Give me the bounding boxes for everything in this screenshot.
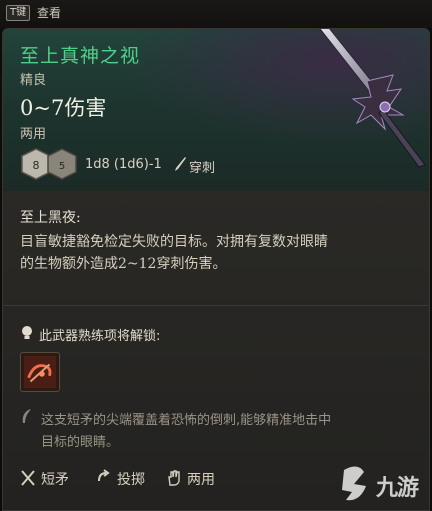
- short-spear-icon: [319, 29, 426, 168]
- divider: [3, 305, 429, 306]
- damage-dice-icon: 8 5: [21, 148, 77, 180]
- damage-type: 穿刺: [189, 161, 216, 176]
- property-label: 两用: [187, 472, 215, 488]
- dice-right-label: 5: [59, 161, 65, 172]
- inspect-action-label[interactable]: 查看: [37, 5, 61, 21]
- pierce-icon: [175, 157, 186, 171]
- passive-desc-line: 的生物额外造成2~12穿刺伤害。: [20, 256, 227, 272]
- quill-icon: [22, 409, 31, 423]
- property-label: 投掷: [117, 472, 145, 488]
- top-bar: T键 查看: [0, 0, 432, 28]
- passive-name: 至上黑夜:: [20, 210, 81, 226]
- dice-roll: 1d8 (1d6)-1: [85, 157, 162, 172]
- property-label: 短矛: [41, 472, 69, 488]
- throw-icon: [98, 469, 110, 482]
- watermark-text: 九游: [376, 476, 419, 501]
- item-name: 至上真神之视: [20, 45, 141, 67]
- inspect-key-badge: T键: [6, 5, 31, 21]
- flavor-text-line: 这支短矛的尖端覆盖着恐怖的倒刺,能够精准地击中: [41, 413, 332, 428]
- dice-left-label: 8: [33, 159, 40, 172]
- tooltip-header: 至上真神之视 精良 0~7伤害 两用 8 5 1d8 (1d6)-1 穿刺: [3, 29, 429, 191]
- crossed-spears-icon: [21, 470, 35, 486]
- passive-desc-line: 目盲敏捷豁免检定失败的目标。对拥有复数对眼睛: [20, 234, 328, 250]
- item-rarity: 精良: [20, 73, 47, 88]
- hand-icon: [168, 470, 180, 486]
- item-tooltip: 至上真神之视 精良 0~7伤害 两用 8 5 1d8 (1d6)-1 穿刺 至上…: [2, 28, 430, 511]
- weapon-action-icon[interactable]: [20, 352, 60, 392]
- unlock-title: 此武器熟练项将解锁:: [39, 329, 161, 344]
- item-handedness: 两用: [20, 127, 47, 142]
- item-damage: 0~7伤害: [20, 96, 107, 120]
- light-bulb-icon: [22, 326, 32, 339]
- flavor-text-line: 目标的眼睛。: [41, 435, 120, 450]
